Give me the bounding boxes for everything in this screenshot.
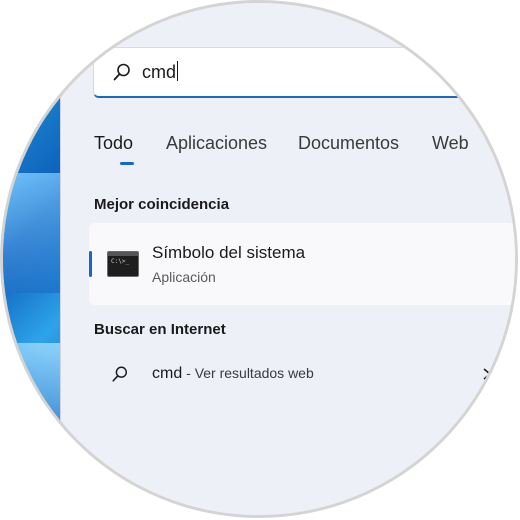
desktop-wallpaper — [3, 83, 63, 513]
web-result-description: Ver resultados web — [194, 365, 314, 381]
search-input[interactable]: cmd — [142, 61, 179, 83]
best-match-result[interactable]: C:\>_ Símbolo del sistema Aplicación — [89, 223, 515, 305]
wallpaper-bloom — [3, 343, 63, 453]
active-tab-indicator — [120, 162, 134, 165]
search-icon — [112, 366, 128, 382]
search-icon — [113, 63, 130, 81]
command-prompt-icon: C:\>_ — [107, 251, 139, 277]
web-search-term: cmd — [152, 365, 183, 382]
web-result-text: cmd - Ver resultados web — [152, 365, 314, 383]
web-search-heading: Buscar en Internet — [94, 321, 226, 338]
wallpaper-bloom — [3, 173, 63, 293]
chevron-right-icon[interactable] — [481, 367, 493, 381]
separator: - — [182, 365, 195, 381]
zoom-circle: cmd Todo Aplicaciones Documentos Web Mej… — [3, 3, 515, 515]
best-match-heading: Mejor coincidencia — [94, 196, 230, 213]
selection-accent — [89, 251, 92, 277]
tab-web[interactable]: Web — [432, 133, 469, 154]
search-box[interactable]: cmd — [93, 47, 515, 98]
tab-aplicaciones[interactable]: Aplicaciones — [166, 133, 267, 154]
text-caret — [177, 61, 179, 81]
result-title: Símbolo del sistema — [152, 243, 306, 262]
tab-documentos[interactable]: Documentos — [298, 133, 399, 154]
start-search-panel: cmd Todo Aplicaciones Documentos Web Mej… — [60, 3, 515, 515]
result-subtitle: Aplicación — [152, 269, 216, 285]
web-search-result[interactable]: cmd - Ver resultados web — [89, 353, 515, 397]
search-query: cmd — [142, 62, 177, 82]
tab-todo[interactable]: Todo — [94, 133, 133, 154]
